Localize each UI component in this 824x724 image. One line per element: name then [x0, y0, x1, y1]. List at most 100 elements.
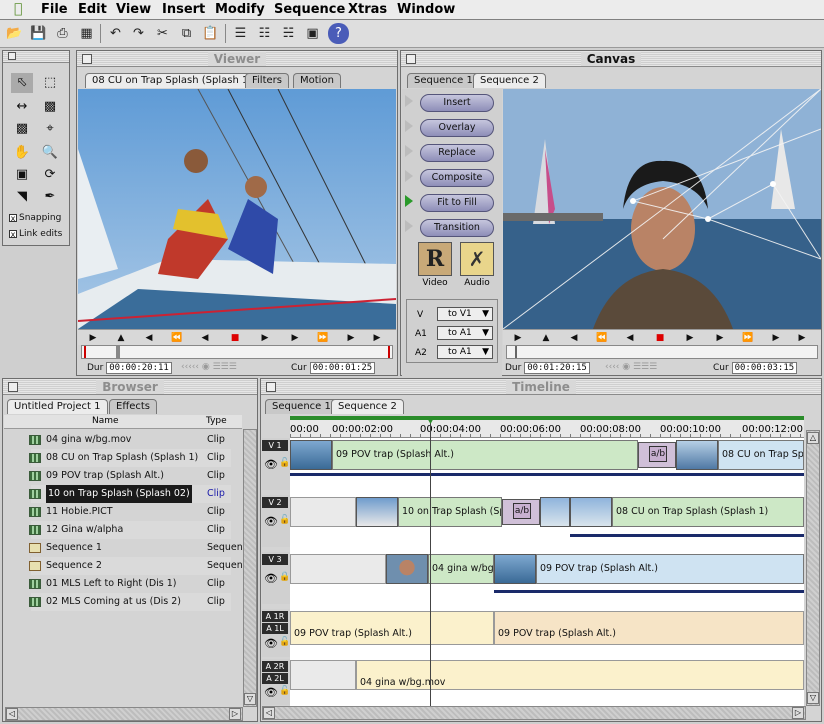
scroll-right-arrow-icon[interactable]: ▷ — [229, 708, 241, 720]
viewer-video-frame[interactable] — [78, 89, 396, 329]
lock-icon[interactable]: 🔓 — [279, 637, 290, 647]
timeline-vertical-scrollbar[interactable] — [806, 430, 820, 706]
v3-clip-gina[interactable]: 04 gina w/bg — [428, 554, 494, 584]
canvas-video-frame[interactable] — [503, 89, 821, 329]
speaker-icon[interactable]: 👁 — [264, 686, 278, 699]
canvas-titlebar[interactable]: Canvas — [401, 51, 821, 67]
razor-icon[interactable]: ▩ — [11, 119, 33, 139]
paste-icon[interactable]: 📋 — [200, 23, 221, 44]
a2-clip-gina[interactable]: 04 gina w/bg.mov — [356, 660, 804, 690]
track-label[interactable]: V 1 — [262, 440, 288, 451]
print-icon[interactable]: ⎙ — [52, 23, 73, 44]
tab-timeline-sequence-2[interactable]: Sequence 2 — [331, 399, 404, 414]
viewer-titlebar[interactable]: Viewer — [77, 51, 397, 67]
link-edits-checkbox[interactable]: x — [9, 230, 17, 239]
snapping-toggle[interactable]: x Snapping — [9, 213, 61, 223]
rotate-icon[interactable]: ⟳ — [39, 165, 61, 185]
play-in-out-icon[interactable]: ▶ — [509, 331, 527, 345]
speaker-icon[interactable]: 👁 — [264, 637, 278, 650]
browser-vertical-scrollbar[interactable] — [243, 429, 257, 707]
group-select-icon[interactable]: ▩ — [39, 97, 61, 117]
roll-edit-icon[interactable]: ☷ — [254, 23, 275, 44]
copy-icon[interactable]: ⧉ — [176, 23, 197, 44]
browser-item[interactable]: 11 Hobie.PICT Clip — [29, 503, 231, 521]
step-forward-icon[interactable]: ▶ — [711, 331, 729, 345]
selection-arrow-icon[interactable]: ⬁ — [11, 73, 33, 93]
v1-transition[interactable]: a/b — [638, 442, 676, 468]
crop-icon[interactable]: ▣ — [11, 165, 33, 185]
timeline-titlebar[interactable]: Timeline — [261, 379, 821, 395]
timeline-ruler[interactable]: 00:00 00:00:02:00 00:00:04:00 00:00:06:0… — [290, 420, 804, 438]
rewind-icon[interactable]: ⏪ — [168, 331, 186, 345]
save-disk-icon[interactable]: 💾 — [28, 23, 49, 44]
track-label-left[interactable]: A 1L — [262, 623, 288, 634]
browser-item[interactable]: 08 CU on Trap Splash (Splash 1) Clip — [29, 449, 231, 467]
distort-icon[interactable]: ◥ — [11, 187, 33, 207]
browser-titlebar[interactable]: Browser — [3, 379, 257, 395]
marquee-icon[interactable]: ⬚ — [39, 73, 61, 93]
tab-canvas-sequence-1[interactable]: Sequence 1 — [407, 73, 480, 88]
target-a1-select[interactable]: to A1 ▼ — [437, 326, 493, 340]
go-to-out-icon[interactable]: ▶ — [342, 331, 360, 345]
tools-titlebar[interactable] — [3, 51, 69, 63]
playhead[interactable] — [430, 416, 431, 706]
browser-item[interactable]: 04 gina w/bg.mov Clip — [29, 431, 231, 449]
stop-icon[interactable]: ■ — [226, 331, 244, 345]
play-icon[interactable]: ▶ — [681, 331, 699, 345]
track-select-icon[interactable]: ↔ — [11, 97, 33, 117]
browser-item[interactable]: Sequence 1 Sequence — [29, 539, 254, 557]
tab-canvas-sequence-2[interactable]: Sequence 2 — [473, 73, 546, 88]
viewer-duration-value[interactable]: 00:00:20:11 — [106, 362, 172, 374]
scroll-left-arrow-icon[interactable]: ◁ — [6, 708, 18, 720]
ripple-edit-icon[interactable]: ☰ — [230, 23, 251, 44]
scroll-down-arrow-icon[interactable]: ▽ — [807, 692, 819, 704]
track-label-left[interactable]: A 2L — [262, 673, 288, 684]
browser-item[interactable]: 01 MLS Left to Right (Dis 1) Clip — [29, 575, 231, 593]
menu-sequence[interactable]: Sequence — [274, 2, 345, 17]
tab-viewer-clip[interactable]: 08 CU on Trap Splash (Splash 1) — [85, 73, 260, 88]
menu-modify[interactable]: Modify — [215, 2, 265, 17]
scroll-right-arrow-icon[interactable]: ▷ — [792, 707, 804, 719]
browser-item[interactable]: 12 Gina w/alpha Clip — [29, 521, 231, 539]
eye-icon[interactable]: 👁 — [264, 572, 278, 585]
fast-forward-icon[interactable]: ⏩ — [314, 331, 332, 345]
replace-button[interactable]: Replace — [420, 144, 494, 162]
rewind-icon[interactable]: ⏪ — [593, 331, 611, 345]
v2-transition[interactable]: a/b — [502, 499, 540, 525]
pen-icon[interactable]: ✒ — [39, 187, 61, 207]
eye-icon[interactable]: 👁 — [264, 515, 278, 528]
target-a2-select[interactable]: to A1 ▼ — [437, 345, 493, 359]
tab-effects[interactable]: Effects — [109, 399, 157, 414]
help-icon[interactable]: ? — [328, 23, 349, 44]
a1-clip-pov-trap[interactable]: 09 POV trap (Splash Alt.) — [290, 611, 494, 645]
v2-gap[interactable] — [290, 497, 356, 527]
step-back-icon[interactable]: ◀ — [196, 331, 214, 345]
browser-item[interactable]: 09 POV trap (Splash Alt.) Clip — [29, 467, 231, 485]
menu-window[interactable]: Window — [397, 2, 455, 17]
v1-clip-cu-trap[interactable]: 08 CU on Trap Splash — [718, 440, 804, 470]
track-label[interactable]: V 3 — [262, 554, 288, 565]
canvas-jog-controls[interactable]: ‹‹‹‹ ◉ ☰☰☰ — [605, 362, 657, 372]
link-edits-toggle[interactable]: x Link edits — [9, 229, 62, 239]
target-v-select[interactable]: to V1 ▼ — [437, 307, 493, 321]
canvas-duration-value[interactable]: 00:01:20:15 — [524, 362, 590, 374]
ripple-tool-icon[interactable]: ⌖ — [39, 119, 61, 139]
go-to-in-icon[interactable]: ◀ — [140, 331, 158, 345]
apple-menu-icon[interactable]:  — [14, 1, 28, 17]
lock-icon[interactable]: 🔒 — [279, 572, 290, 582]
menu-file[interactable]: File — [41, 2, 68, 17]
transition-button[interactable]: Transition — [420, 219, 494, 237]
tab-motion[interactable]: Motion — [293, 73, 341, 88]
scroll-left-arrow-icon[interactable]: ◁ — [263, 707, 275, 719]
browser-item[interactable]: 02 MLS Coming at us (Dis 2) Clip — [29, 593, 231, 611]
v2-clip-cu-trap[interactable]: 08 CU on Trap Splash (Splash 1) — [612, 497, 804, 527]
fit-to-fill-button[interactable]: Fit to Fill — [420, 194, 494, 212]
cut-icon[interactable]: ✂ — [152, 23, 173, 44]
play-icon[interactable]: ▶ — [256, 331, 274, 345]
close-box[interactable] — [82, 54, 92, 64]
import-icon[interactable]: ▦ — [76, 23, 97, 44]
track-label-right[interactable]: A 1R — [262, 611, 288, 622]
v3-gap[interactable] — [290, 554, 386, 584]
step-forward-icon[interactable]: ▶ — [286, 331, 304, 345]
close-box[interactable] — [8, 52, 16, 60]
